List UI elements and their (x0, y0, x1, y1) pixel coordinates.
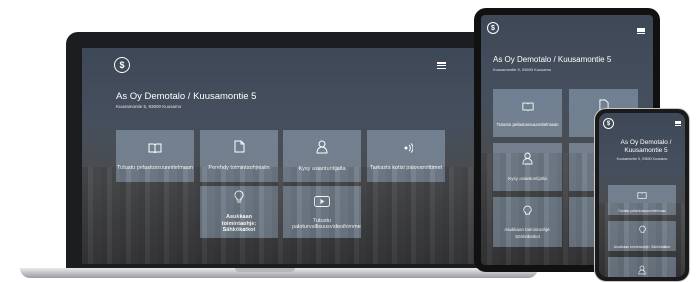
page-title: As Oy Demotalo / Kuusamontie 5 (620, 139, 672, 154)
tile-label: Asukkaan toimintaohje: Sähkökatkot (613, 244, 671, 249)
page-subtitle: Kuusamontie 5, 93600 Kuusamo (493, 67, 552, 72)
bulb-icon (234, 190, 244, 208)
tile-fire-safety-videos[interactable]: Tutustu paloturvallisuusvideoihimme (283, 186, 361, 238)
page-subtitle: Kuusamontie 5, 93600 Kuusamo (616, 157, 668, 161)
book-icon (637, 186, 647, 204)
page-title: As Oy Demotalo / Kuusamontie 5 (116, 91, 257, 102)
tile-label: Tarkasta kotisi palovaroittimet (369, 165, 443, 172)
person-icon (638, 262, 646, 277)
tile-label: Kysy asiantuntijalta (298, 165, 346, 172)
tile-smoke-alarms[interactable]: Tarkasta kotisi palovaroittimet (367, 130, 445, 182)
tile-label: Perehdy toimintaohjeisiin (208, 165, 270, 172)
phone-tile[interactable] (608, 257, 676, 277)
person-icon (522, 152, 533, 170)
book-icon (148, 140, 162, 158)
tile-label: Tutustu pelastussuunnitelmaan (617, 208, 667, 213)
tile-label: Tutustu paloturvallisuusvideoihimme (292, 217, 361, 231)
bulb-icon (638, 222, 646, 240)
laptop-screen: $ As Oy Demotalo / Kuusamontie 5 Kuusamo… (82, 48, 496, 264)
person-icon (316, 140, 328, 159)
tile-label: Asukkaan toimintaohje: Sähkökatkot (221, 214, 257, 234)
tablet-tile[interactable]: Asukkaan toimintaohje: Sähkökatkot (493, 197, 562, 247)
tile-label: Tutustu pelastussuunnitelmaan (117, 165, 193, 172)
book-icon (521, 98, 534, 116)
page-title: As Oy Demotalo / Kuusamontie 5 (493, 55, 612, 64)
tablet-tile[interactable]: Kysy asiantuntijalta (493, 143, 562, 191)
page-subtitle: Kuusamontie 5, 93600 Kuusamo (116, 104, 182, 109)
logo-icon[interactable]: $ (114, 57, 130, 73)
logo-icon[interactable]: $ (603, 118, 614, 129)
phone-tile[interactable]: Tutustu pelastussuunnitelmaan (608, 185, 676, 215)
document-icon (234, 140, 245, 158)
hamburger-menu-icon[interactable] (437, 62, 446, 69)
laptop-notch (235, 268, 295, 272)
hamburger-menu-icon[interactable] (675, 121, 681, 126)
bulb-icon (523, 204, 532, 222)
tile-ask-expert[interactable]: Kysy asiantuntijalta (283, 130, 361, 182)
tile-power-outages[interactable]: Asukkaan toimintaohje: Sähkökatkot (200, 186, 278, 238)
tile-label: Tutustu pelastussuunnitelmaan (496, 121, 559, 127)
tile-rescue-plan[interactable]: Tutustu pelastussuunnitelmaan (116, 130, 194, 182)
tile-label: Asukkaan toimintaohje: Sähkökatkot (504, 227, 551, 239)
hamburger-menu-icon[interactable] (637, 28, 645, 34)
tile-label: Kysy asiantuntijalta (508, 175, 547, 181)
phone-tile[interactable]: Asukkaan toimintaohje: Sähkökatkot (608, 221, 676, 251)
phone-screen: $ As Oy Demotalo / Kuusamontie 5 Kuusamo… (599, 113, 685, 277)
smoke-alarm-icon (399, 140, 414, 158)
tablet-tile[interactable]: Tutustu pelastussuunnitelmaan (493, 89, 562, 137)
tile-instructions[interactable]: Perehdy toimintaohjeisiin (200, 130, 278, 182)
play-icon (314, 194, 330, 212)
logo-icon[interactable]: $ (487, 22, 499, 34)
